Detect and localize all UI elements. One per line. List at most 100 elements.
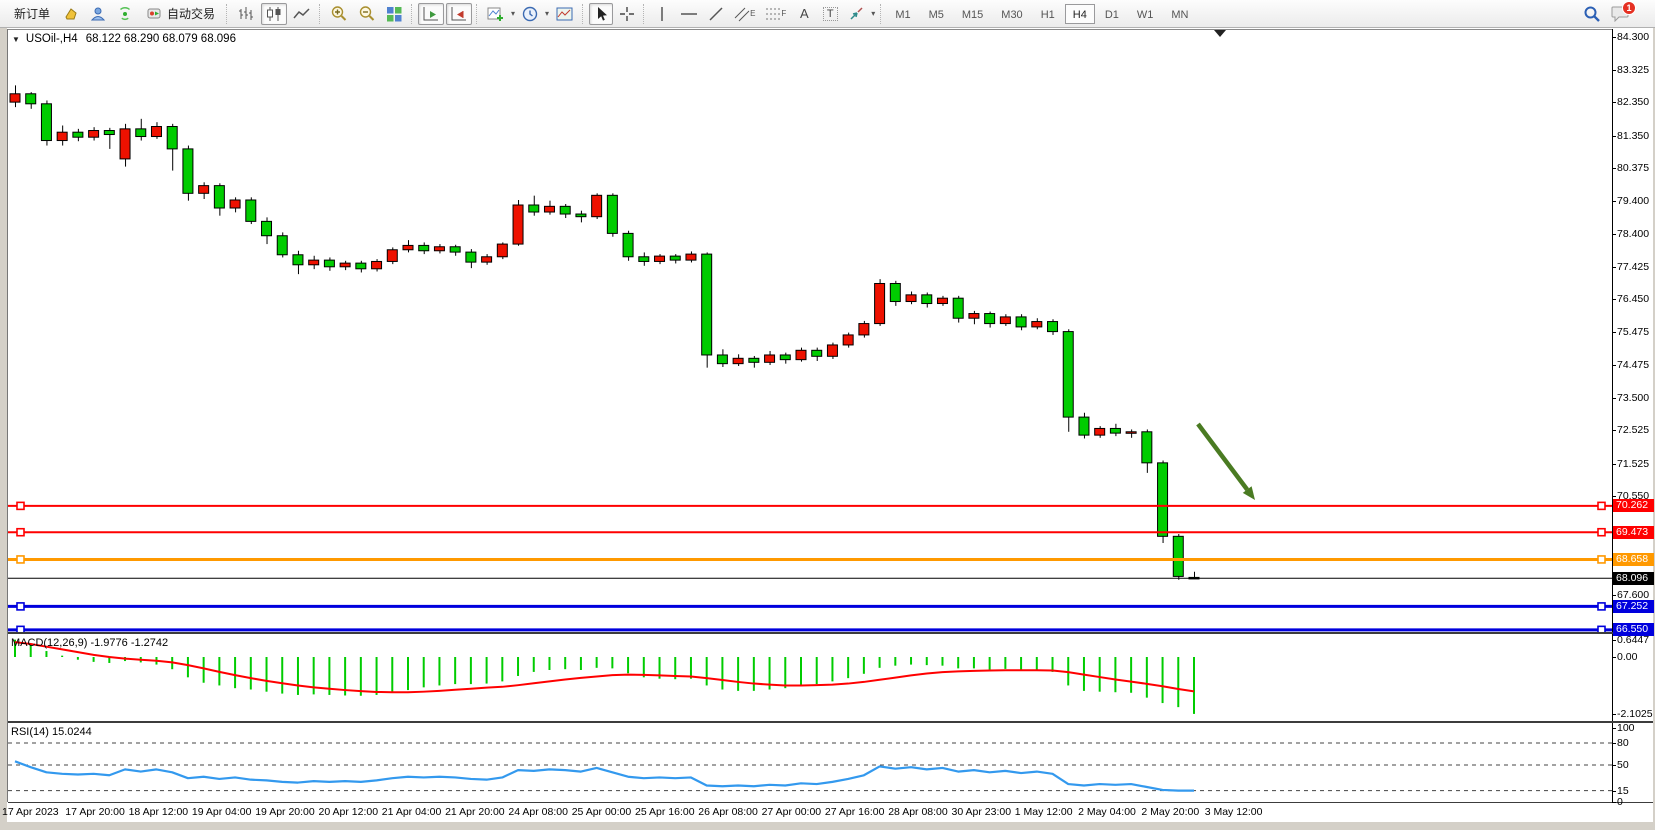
toolbar-grip	[880, 4, 883, 24]
timeframe-m30[interactable]: M30	[993, 4, 1030, 24]
price-tick	[1612, 398, 1616, 399]
rsi-tick	[1612, 791, 1616, 792]
timeframe-m1[interactable]: M1	[887, 4, 918, 24]
macd-tick	[1612, 640, 1616, 641]
terminal-window: 新订单 自动交易 ▾ ▾ E F A	[0, 0, 1655, 830]
zoom-out-button[interactable]	[354, 3, 380, 25]
macd-tick	[1612, 714, 1616, 715]
periods-button[interactable]	[518, 3, 543, 25]
auto-trading-button[interactable]: 自动交易	[140, 3, 222, 25]
line-chart-button[interactable]	[289, 3, 315, 25]
profiles-icon	[90, 6, 107, 22]
annotation-arrow[interactable]	[1198, 424, 1255, 500]
bar-chart-button[interactable]	[233, 3, 259, 25]
chart-shift-button[interactable]	[446, 3, 472, 25]
macd-pane[interactable]	[8, 634, 1612, 721]
horizontal-line-icon	[680, 6, 698, 22]
date-label: 19 Apr 20:00	[255, 806, 315, 818]
rsi-pane[interactable]	[8, 724, 1612, 802]
text-button[interactable]: A	[792, 3, 816, 25]
periods-dropdown-icon[interactable]: ▾	[545, 9, 549, 18]
equidistant-channel-button[interactable]: E	[730, 3, 759, 25]
crosshair-icon	[619, 6, 635, 22]
toolbar: 新订单 自动交易 ▾ ▾ E F A	[0, 0, 1655, 28]
date-label: 24 Apr 08:00	[508, 806, 568, 818]
price-tick-label: 74.475	[1617, 359, 1649, 371]
price-line-label: 70.262	[1613, 499, 1654, 512]
date-label: 2 May 20:00	[1141, 806, 1199, 818]
timeframe-m5[interactable]: M5	[921, 4, 952, 24]
tile-windows-button[interactable]	[382, 3, 407, 25]
fibonacci-button[interactable]: F	[761, 3, 790, 25]
price-tick-label: 83.325	[1617, 64, 1649, 76]
price-tick	[1612, 70, 1616, 71]
rsi-pane-divider[interactable]	[8, 721, 1653, 723]
price-axis-line	[1612, 29, 1613, 802]
vertical-line-button[interactable]	[650, 3, 674, 25]
date-label: 18 Apr 12:00	[129, 806, 189, 818]
price-line-label: 67.252	[1613, 600, 1654, 613]
timeframe-h4[interactable]: H4	[1065, 4, 1095, 24]
date-label: 21 Apr 20:00	[445, 806, 505, 818]
toolbar-right: 1	[1578, 3, 1649, 25]
toolbar-grip	[582, 4, 585, 24]
auto-scroll-button[interactable]	[418, 3, 444, 25]
indicators-dropdown-icon[interactable]: ▾	[511, 9, 515, 18]
indicators-button[interactable]	[483, 3, 509, 25]
text-label-button[interactable]: T	[818, 3, 842, 25]
crosshair-button[interactable]	[615, 3, 639, 25]
chat-button[interactable]: 1	[1607, 3, 1648, 25]
timeframe-w1[interactable]: W1	[1129, 4, 1162, 24]
date-label: 2 May 04:00	[1078, 806, 1136, 818]
date-axis-divider	[8, 802, 1653, 803]
toolbar-grip	[226, 4, 229, 24]
bar-chart-icon	[237, 6, 255, 22]
new-chart-button[interactable]	[59, 3, 84, 25]
rsi-tick-label: 0	[1617, 796, 1623, 808]
new-order-button[interactable]: 新订单	[7, 3, 57, 25]
search-icon	[1583, 5, 1601, 23]
search-button[interactable]	[1579, 3, 1605, 25]
date-label: 30 Apr 23:00	[952, 806, 1012, 818]
profiles-button[interactable]	[86, 3, 111, 25]
date-label: 3 May 12:00	[1205, 806, 1263, 818]
price-tick-label: 77.425	[1617, 261, 1649, 273]
candlestick-chart-button[interactable]	[261, 3, 287, 25]
main-chart-pane[interactable]	[8, 29, 1612, 632]
timeframe-mn[interactable]: MN	[1163, 4, 1196, 24]
tile-windows-icon	[386, 6, 403, 22]
toolbar-grip	[411, 4, 414, 24]
price-tick-label: 72.525	[1617, 424, 1649, 436]
templates-button[interactable]	[552, 3, 578, 25]
price-line-label: 68.658	[1613, 553, 1654, 566]
price-tick-label: 82.350	[1617, 96, 1649, 108]
date-label: 26 Apr 08:00	[698, 806, 758, 818]
date-label: 27 Apr 00:00	[762, 806, 822, 818]
label-tool-letter: T	[823, 7, 838, 21]
date-label: 27 Apr 16:00	[825, 806, 885, 818]
zoom-in-button[interactable]	[326, 3, 352, 25]
price-tick	[1612, 299, 1616, 300]
cursor-button[interactable]	[589, 3, 613, 25]
trendline-icon	[708, 6, 724, 22]
arrows-dropdown-icon[interactable]: ▾	[871, 9, 875, 18]
arrows-button[interactable]	[844, 3, 869, 25]
price-tick	[1612, 365, 1616, 366]
chart-shift-marker[interactable]	[1214, 30, 1226, 37]
auto-trading-label: 自动交易	[167, 5, 215, 22]
timeframe-d1[interactable]: D1	[1097, 4, 1127, 24]
window-left-edge	[0, 28, 7, 822]
fibonacci-letter: F	[781, 9, 786, 18]
timeframe-m15[interactable]: M15	[954, 4, 991, 24]
price-tick-label: 79.400	[1617, 195, 1649, 207]
trendline-button[interactable]	[704, 3, 728, 25]
fibonacci-icon	[765, 6, 781, 22]
price-tick	[1612, 430, 1616, 431]
chart-shift-icon	[450, 6, 468, 22]
rsi-tick	[1612, 802, 1616, 803]
signals-button[interactable]	[113, 3, 138, 25]
macd-label: MACD(12,26,9) -1.9776 -1.2742	[11, 637, 168, 649]
horizontal-line-button[interactable]	[676, 3, 702, 25]
toolbar-grip	[476, 4, 479, 24]
timeframe-h1[interactable]: H1	[1033, 4, 1063, 24]
